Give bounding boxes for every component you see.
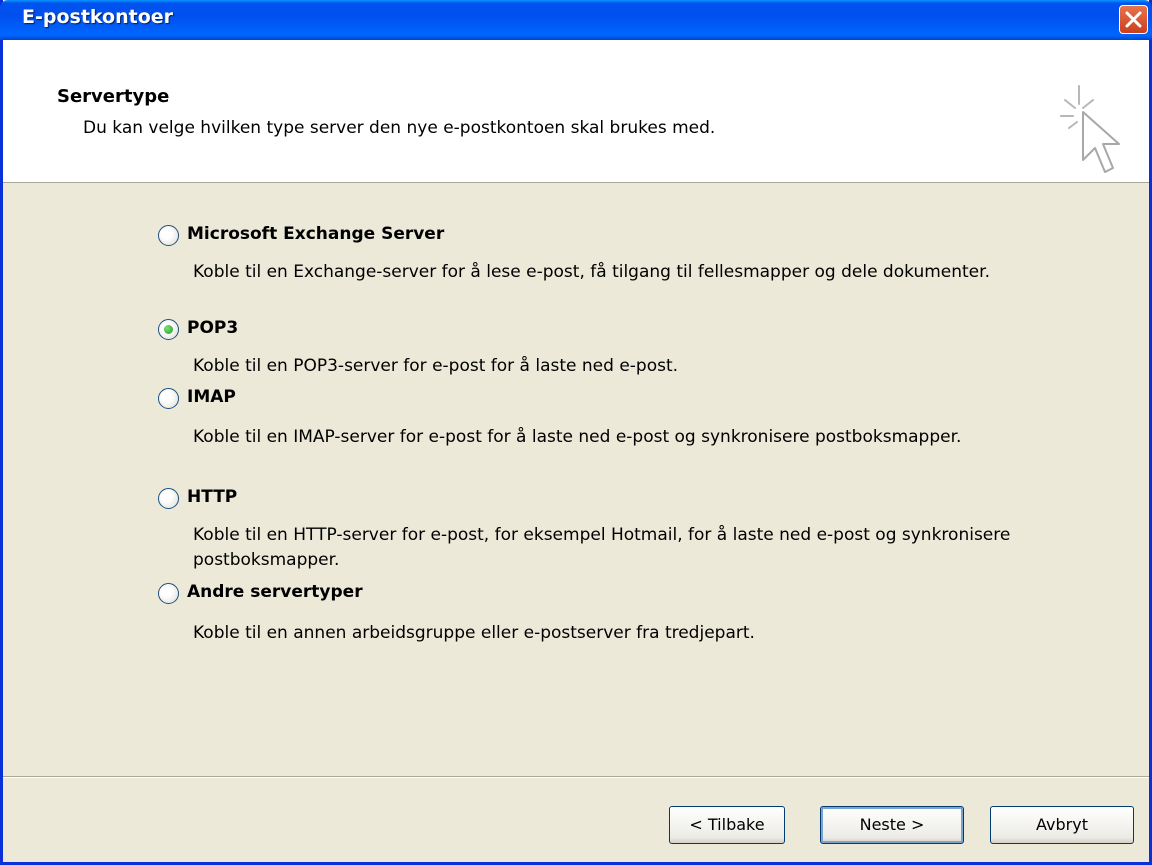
option-label[interactable]: Microsoft Exchange Server bbox=[187, 224, 444, 244]
option-label[interactable]: HTTP bbox=[187, 487, 237, 507]
option-description: Koble til en IMAP-server for e-post for … bbox=[193, 427, 962, 447]
cancel-button[interactable]: Avbryt bbox=[990, 806, 1134, 844]
option-label[interactable]: IMAP bbox=[187, 387, 236, 407]
close-button[interactable] bbox=[1119, 5, 1148, 34]
next-button[interactable]: Neste > bbox=[820, 806, 964, 844]
page-subtitle: Du kan velge hvilken type server den nye… bbox=[83, 118, 716, 138]
radio-pop3[interactable] bbox=[158, 319, 179, 340]
option-label[interactable]: POP3 bbox=[187, 318, 238, 338]
email-accounts-dialog: E-postkontoer Servertype Du kan velge hv… bbox=[0, 0, 1152, 865]
radio-http[interactable] bbox=[158, 488, 179, 509]
back-button[interactable]: < Tilbake bbox=[669, 806, 785, 844]
option-label[interactable]: Andre servertyper bbox=[187, 582, 363, 602]
option-description: Koble til en HTTP-server for e-post, for… bbox=[193, 525, 1011, 570]
option-description: Koble til en POP3-server for e-post for … bbox=[193, 356, 679, 376]
radio-other[interactable] bbox=[158, 583, 179, 604]
close-icon bbox=[1125, 11, 1142, 28]
window-title: E-postkontoer bbox=[22, 6, 174, 28]
wizard-header: Servertype Du kan velge hvilken type ser… bbox=[3, 40, 1149, 183]
option-description: Koble til en annen arbeidsgruppe eller e… bbox=[193, 623, 755, 643]
radio-exchange[interactable] bbox=[158, 225, 179, 246]
page-title: Servertype bbox=[57, 86, 170, 107]
radio-imap[interactable] bbox=[158, 388, 179, 409]
radio-selected-dot bbox=[164, 325, 173, 334]
cursor-sparkle-icon bbox=[1060, 85, 1120, 173]
footer-separator bbox=[3, 776, 1149, 778]
option-description: Koble til en Exchange-server for å lese … bbox=[193, 262, 990, 282]
title-bar[interactable]: E-postkontoer bbox=[0, 0, 1152, 40]
